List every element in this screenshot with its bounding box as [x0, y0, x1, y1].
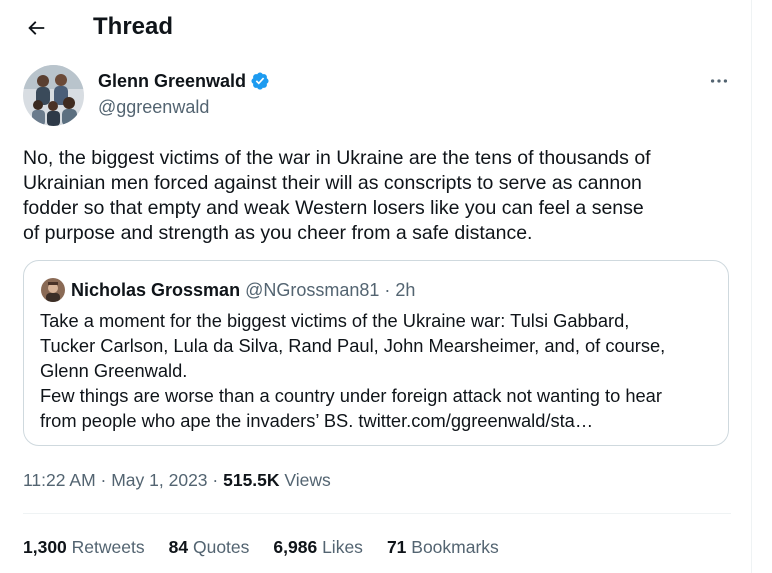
- thread-header: Thread: [0, 0, 751, 53]
- quoted-timestamp: 2h: [395, 280, 416, 300]
- quotes-count: 84: [168, 537, 189, 557]
- column-border: [751, 0, 752, 573]
- retweets-stat[interactable]: 1,300 Retweets: [23, 536, 145, 558]
- likes-label: Likes: [322, 537, 363, 557]
- author-name[interactable]: Glenn Greenwald: [98, 70, 246, 92]
- quotes-stat[interactable]: 84 Quotes: [169, 536, 250, 558]
- arrow-left-icon: [28, 21, 45, 35]
- bookmarks-count: 71: [386, 537, 407, 557]
- quoted-separator: ·: [384, 280, 391, 300]
- likes-stat[interactable]: 6,986 Likes: [273, 536, 363, 558]
- quoted-tweet-text: Take a moment for the biggest victims of…: [40, 310, 666, 431]
- views-count: 515.5K: [223, 470, 280, 490]
- author-name-row: Glenn Greenwald: [98, 70, 270, 92]
- quoted-author-name: Nicholas Grossman: [71, 280, 241, 300]
- author-handle[interactable]: @ggreenwald: [98, 96, 209, 118]
- meta-separator: ·: [100, 470, 107, 490]
- tweet-text: No, the biggest victims of the war in Uk…: [23, 147, 651, 244]
- meta-separator: ·: [212, 470, 219, 490]
- quoted-author-handle: @NGrossman81: [245, 280, 380, 300]
- tweet-meta: 11:22 AM · May 1, 2023 · 515.5K Views: [23, 469, 331, 491]
- verified-badge-icon: [250, 71, 270, 91]
- more-options-button[interactable]: [705, 70, 733, 92]
- likes-count: 6,986: [273, 537, 318, 557]
- tweet-date[interactable]: May 1, 2023: [111, 470, 207, 490]
- bookmarks-stat[interactable]: 71 Bookmarks: [387, 536, 499, 558]
- bookmarks-label: Bookmarks: [411, 537, 499, 557]
- page-title: Thread: [93, 13, 174, 40]
- views-label: Views: [284, 470, 331, 490]
- quoted-tweet[interactable]: Nicholas Grossman @NGrossman81 · 2h Take…: [23, 260, 729, 446]
- engagement-stats: 1,300 Retweets 84 Quotes 6,986 Likes 71 …: [23, 536, 523, 558]
- retweets-label: Retweets: [71, 537, 145, 557]
- back-button[interactable]: [20, 12, 52, 44]
- quotes-label: Quotes: [192, 537, 250, 557]
- tweet-time[interactable]: 11:22 AM: [23, 470, 96, 490]
- retweets-count: 1,300: [23, 537, 67, 557]
- divider: [23, 513, 731, 514]
- quoted-author-avatar: [41, 278, 65, 302]
- author-avatar[interactable]: [23, 65, 84, 126]
- more-horizontal-icon: [710, 79, 728, 83]
- quoted-tweet-header: Nicholas Grossman @NGrossman81 · 2h: [41, 278, 415, 302]
